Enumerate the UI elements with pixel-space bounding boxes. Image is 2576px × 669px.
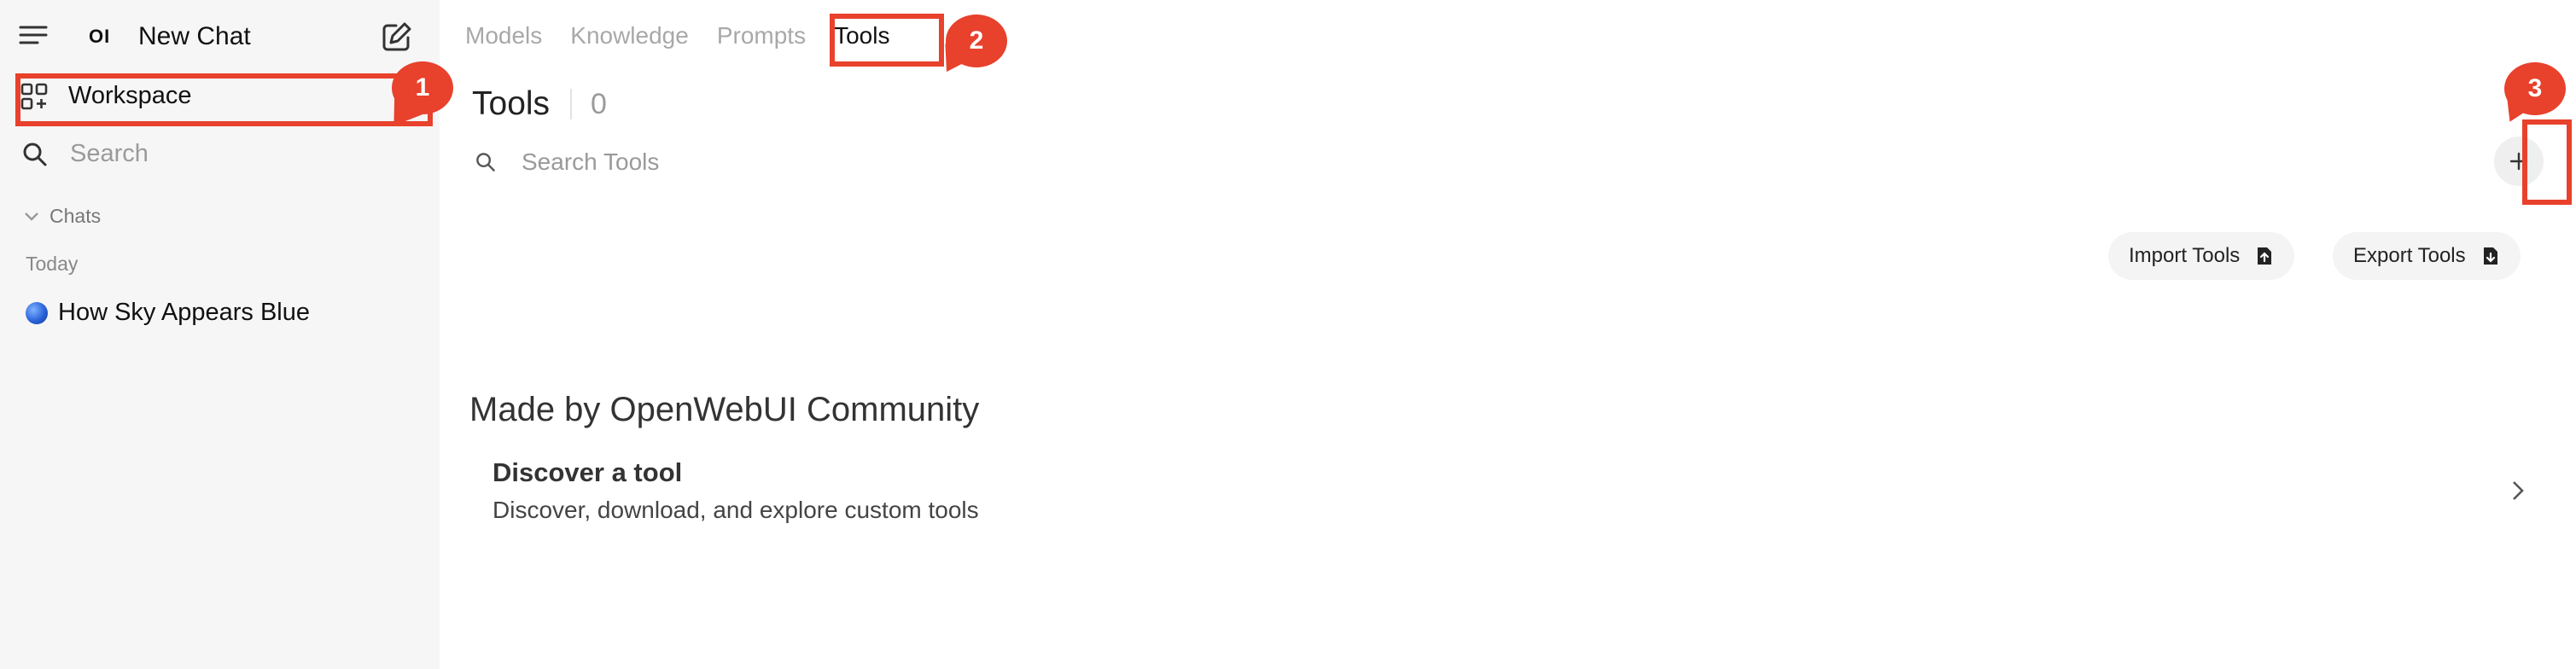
chevron-right-icon xyxy=(2511,480,2525,502)
search-icon xyxy=(475,152,496,172)
discover-title: Discover a tool xyxy=(492,457,683,487)
export-tools-label: Export Tools xyxy=(2353,244,2466,267)
annotation-box-2 xyxy=(830,14,944,67)
chat-item-label: How Sky Appears Blue xyxy=(58,299,310,326)
today-label: Today xyxy=(26,253,79,275)
annotation-badge-3: 3 xyxy=(2504,62,2566,115)
tools-search[interactable]: Search Tools xyxy=(475,148,659,176)
blue-circle-icon xyxy=(26,301,48,324)
search-icon xyxy=(22,142,48,167)
chevron-down-icon xyxy=(24,212,39,222)
compose-icon[interactable] xyxy=(381,20,413,53)
sidebar-search[interactable]: Search xyxy=(22,140,149,168)
tab-prompts[interactable]: Prompts xyxy=(717,22,806,49)
sidebar-search-input[interactable]: Search xyxy=(70,140,149,168)
main-content: Models Knowledge Prompts Tools Tools 0 S… xyxy=(440,0,2576,669)
title-divider xyxy=(570,89,573,119)
new-chat-link[interactable]: New Chat xyxy=(138,22,251,51)
community-heading: Made by OpenWebUI Community xyxy=(469,391,980,428)
chats-section-toggle[interactable]: Chats xyxy=(24,205,101,228)
page-header: Tools 0 xyxy=(472,85,607,123)
tools-search-input[interactable]: Search Tools xyxy=(522,148,659,176)
import-tools-button[interactable]: Import Tools xyxy=(2108,232,2295,280)
tab-models[interactable]: Models xyxy=(465,22,542,49)
annotation-badge-1: 1 xyxy=(392,61,453,114)
menu-icon[interactable] xyxy=(19,24,48,46)
annotation-badge-2: 2 xyxy=(946,15,1007,67)
download-file-icon xyxy=(2481,246,2500,266)
tool-count: 0 xyxy=(591,87,607,120)
discover-subtitle: Discover, download, and explore custom t… xyxy=(492,497,979,523)
annotation-box-1 xyxy=(15,73,433,126)
tab-knowledge[interactable]: Knowledge xyxy=(570,22,689,49)
page-title: Tools xyxy=(472,85,551,122)
upload-file-icon xyxy=(2255,246,2274,266)
export-tools-button[interactable]: Export Tools xyxy=(2333,232,2521,280)
chats-label: Chats xyxy=(50,205,102,227)
discover-tool-link[interactable]: Discover a tool Discover, download, and … xyxy=(492,457,2525,534)
chat-item[interactable]: How Sky Appears Blue xyxy=(26,299,310,327)
annotation-box-3 xyxy=(2522,119,2572,205)
app-logo[interactable]: OI xyxy=(89,26,110,48)
import-tools-label: Import Tools xyxy=(2129,244,2241,267)
